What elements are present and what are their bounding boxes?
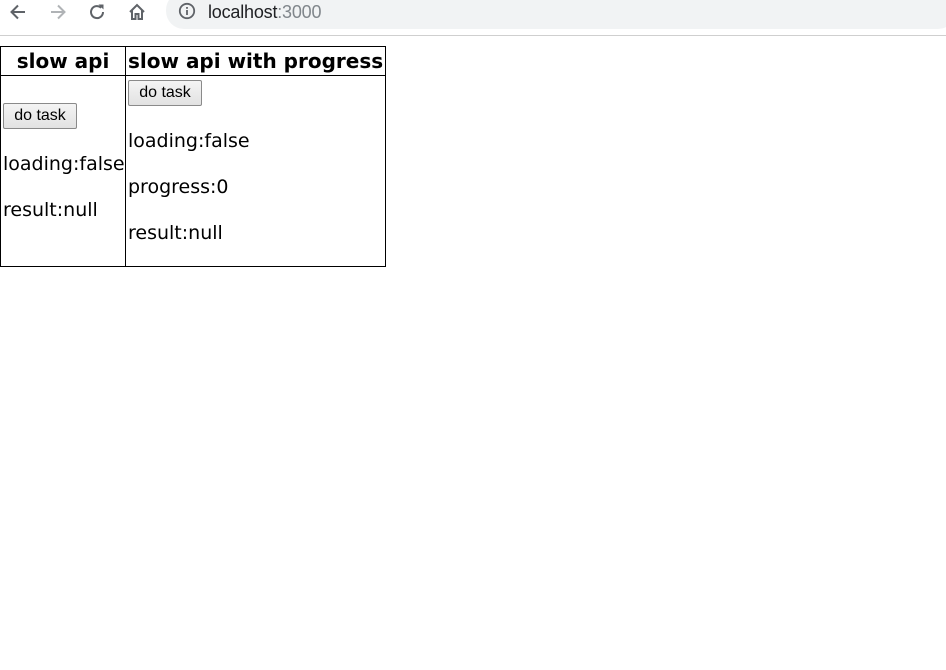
header-slow-api-with-progress: slow api with progress [124,46,387,76]
url-port: :3000 [277,2,322,22]
back-arrow-icon [10,4,25,20]
forward-arrow-icon [51,4,66,20]
slow-api-progress-progress-text: progress:0 [128,175,229,198]
slow-api-cell: do task loading:false result:null [0,75,126,267]
forward-button[interactable] [43,0,73,24]
table-header-row: slow api slow api with progress [0,46,387,76]
url-text[interactable]: localhost:3000 [208,1,321,23]
slow-api-progress-loading-text: loading:false [128,129,250,152]
address-bar[interactable]: localhost:3000 [166,0,946,29]
info-icon[interactable] [178,2,196,20]
browser-toolbar: localhost:3000 [0,0,946,36]
slow-api-progress-cell: do task loading:false progress:0 result:… [124,75,387,267]
api-table: slow api slow api with progress do task … [0,46,387,267]
table-row: do task loading:false result:null do tas… [0,75,387,267]
slow-api-loading-text: loading:false [3,152,125,175]
reload-button[interactable] [82,0,112,24]
reload-icon [90,4,105,20]
url-host: localhost [208,2,278,22]
slow-api-progress-do-task-button[interactable]: do task [128,79,202,106]
header-slow-api: slow api [0,46,126,76]
home-button[interactable] [122,0,152,24]
home-icon [129,3,145,20]
page-content: slow api slow api with progress do task … [0,46,387,267]
back-button[interactable] [3,0,33,24]
slow-api-result-text: result:null [3,198,98,221]
slow-api-do-task-button[interactable]: do task [3,102,77,129]
slow-api-progress-result-text: result:null [128,221,223,244]
